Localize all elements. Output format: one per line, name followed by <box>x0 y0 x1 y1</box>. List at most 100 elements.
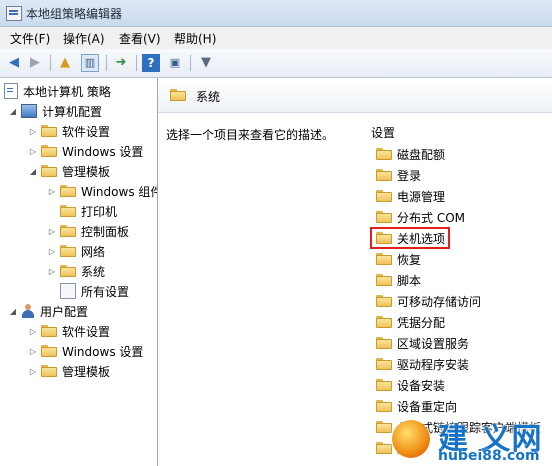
folder-icon <box>376 442 392 454</box>
tree-node-computer-admin-templates[interactable]: ◢ 管理模板 <box>28 162 110 180</box>
details-pane: 系统 选择一个项目来查看它的描述。 设置 磁盘配额 登录 电源管理 分布式 CO… <box>158 78 552 466</box>
folder-icon <box>376 421 392 433</box>
list-item-services[interactable]: 服务 <box>376 439 421 457</box>
folder-icon <box>376 169 392 181</box>
tree-label: 打印机 <box>81 204 118 219</box>
tree-label: 管理模板 <box>62 364 111 379</box>
list-item-logon[interactable]: 登录 <box>376 166 421 184</box>
folder-icon <box>376 190 392 202</box>
tree-node-computer-software[interactable]: ▷ 软件设置 <box>28 122 110 140</box>
folder-icon <box>376 316 392 328</box>
tree-label: 系统 <box>81 264 106 279</box>
collapsed-arrow-icon[interactable]: ▷ <box>28 147 38 156</box>
folder-icon <box>376 337 392 349</box>
details-title: 系统 <box>196 90 221 104</box>
list-item-device-redirection[interactable]: 设备重定向 <box>376 397 457 415</box>
help-icon[interactable]: ? <box>142 54 160 72</box>
toolbar-separator <box>50 55 51 71</box>
collapsed-arrow-icon[interactable]: ▷ <box>47 267 57 276</box>
export-list-icon[interactable]: ➜ <box>112 54 130 72</box>
settings-column-header[interactable]: 设置 <box>371 124 395 141</box>
collapsed-arrow-icon[interactable]: ▷ <box>28 327 38 336</box>
expanded-arrow-icon[interactable]: ◢ <box>28 167 38 176</box>
list-item-locale-services[interactable]: 区域设置服务 <box>376 334 469 352</box>
tree-node-windows-components[interactable]: ▷ Windows 组件 <box>47 182 158 200</box>
tree-label: 本地计算机 策略 <box>23 84 111 99</box>
list-item-driver-installation[interactable]: 驱动程序安装 <box>376 355 469 373</box>
details-header: 系统 <box>158 78 552 113</box>
folder-icon <box>60 245 76 257</box>
up-folder-icon[interactable]: ▲ <box>56 54 74 72</box>
tree-label: Windows 组件 <box>81 184 158 199</box>
toolbar-separator <box>136 55 137 71</box>
list-item-distributed-com[interactable]: 分布式 COM <box>376 208 465 226</box>
folder-icon <box>376 358 392 370</box>
folder-icon <box>41 325 57 337</box>
list-item-removable-storage[interactable]: 可移动存储访问 <box>376 292 481 310</box>
expanded-arrow-icon[interactable]: ◢ <box>8 107 18 116</box>
list-item-link-tracking[interactable]: 分布式链接跟踪客户端模板 <box>376 418 541 436</box>
menu-help[interactable]: 帮助(H) <box>174 30 216 47</box>
tree-node-control-panel[interactable]: ▷ 控制面板 <box>47 222 129 240</box>
window-title: 本地组策略编辑器 <box>26 7 123 21</box>
tree-label: 软件设置 <box>62 324 111 339</box>
list-item-disk-quota[interactable]: 磁盘配额 <box>376 145 445 163</box>
toolbar: ◀ ▶ ▲ ▥ ➜ ? ▣ ▼ <box>0 49 552 78</box>
menu-bar: 文件(F) 操作(A) 查看(V) 帮助(H) <box>0 27 552 49</box>
action-pane-icon[interactable]: ▣ <box>166 54 184 72</box>
back-arrow-icon[interactable]: ◀ <box>5 54 23 72</box>
list-item-recovery[interactable]: 恢复 <box>376 250 421 268</box>
list-item-device-installation[interactable]: 设备安装 <box>376 376 445 394</box>
tree-node-user-software[interactable]: ▷ 软件设置 <box>28 322 110 340</box>
filter-icon[interactable]: ▼ <box>197 54 215 72</box>
tree-node-system[interactable]: ▷ 系统 <box>47 262 105 280</box>
folder-icon <box>376 211 392 223</box>
folder-icon <box>60 205 76 217</box>
highlight-box <box>370 227 450 249</box>
tree-node-computer-config[interactable]: ◢ 计算机配置 <box>8 102 102 120</box>
show-hide-tree-icon[interactable]: ▥ <box>81 54 99 72</box>
tree-node-root[interactable]: 本地计算机 策略 <box>4 82 111 100</box>
menu-action[interactable]: 操作(A) <box>63 30 105 47</box>
folder-icon <box>41 165 57 177</box>
tree-node-user-config[interactable]: ◢ 用户配置 <box>8 302 88 320</box>
collapsed-arrow-icon[interactable]: ▷ <box>47 227 57 236</box>
collapsed-arrow-icon[interactable]: ▷ <box>47 247 57 256</box>
tree-node-printers[interactable]: 打印机 <box>47 202 117 220</box>
folder-icon <box>376 379 392 391</box>
tree-node-computer-windows[interactable]: ▷ Windows 设置 <box>28 142 143 160</box>
menu-file[interactable]: 文件(F) <box>10 30 50 47</box>
tree-label: Windows 设置 <box>62 344 144 359</box>
folder-icon <box>60 265 76 277</box>
tree-label: 控制面板 <box>81 224 130 239</box>
folder-icon <box>60 225 76 237</box>
folder-icon <box>41 145 57 157</box>
title-bar: 本地组策略编辑器 <box>0 0 552 27</box>
user-icon <box>21 304 35 318</box>
tree-node-network[interactable]: ▷ 网络 <box>47 242 105 260</box>
collapsed-arrow-icon[interactable]: ▷ <box>28 347 38 356</box>
collapsed-arrow-icon[interactable]: ▷ <box>28 367 38 376</box>
menu-view[interactable]: 查看(V) <box>119 30 161 47</box>
collapsed-arrow-icon[interactable]: ▷ <box>47 187 57 196</box>
tree-node-all-settings[interactable]: 所有设置 <box>47 282 129 300</box>
folder-icon <box>41 365 57 377</box>
tree-label: 用户配置 <box>40 304 89 319</box>
list-item-power-management[interactable]: 电源管理 <box>376 187 445 205</box>
tree-label: 所有设置 <box>81 284 130 299</box>
tree-node-user-admin-templates[interactable]: ▷ 管理模板 <box>28 362 110 380</box>
expanded-arrow-icon[interactable]: ◢ <box>8 307 18 316</box>
toolbar-separator <box>190 55 191 71</box>
list-item-scripts[interactable]: 脚本 <box>376 271 421 289</box>
toolbar-separator <box>106 55 107 71</box>
tree-pane: 本地计算机 策略 ◢ 计算机配置 ▷ 软件设置 ▷ Windows 设置 ◢ 管… <box>0 78 158 466</box>
tree-node-user-windows[interactable]: ▷ Windows 设置 <box>28 342 143 360</box>
folder-icon <box>376 400 392 412</box>
folder-icon <box>376 148 392 160</box>
all-settings-icon <box>60 283 76 299</box>
folder-icon <box>170 89 186 101</box>
forward-arrow-icon[interactable]: ▶ <box>26 54 44 72</box>
list-item-credentials-delegation[interactable]: 凭据分配 <box>376 313 445 331</box>
collapsed-arrow-icon[interactable]: ▷ <box>28 127 38 136</box>
folder-icon <box>60 185 76 197</box>
